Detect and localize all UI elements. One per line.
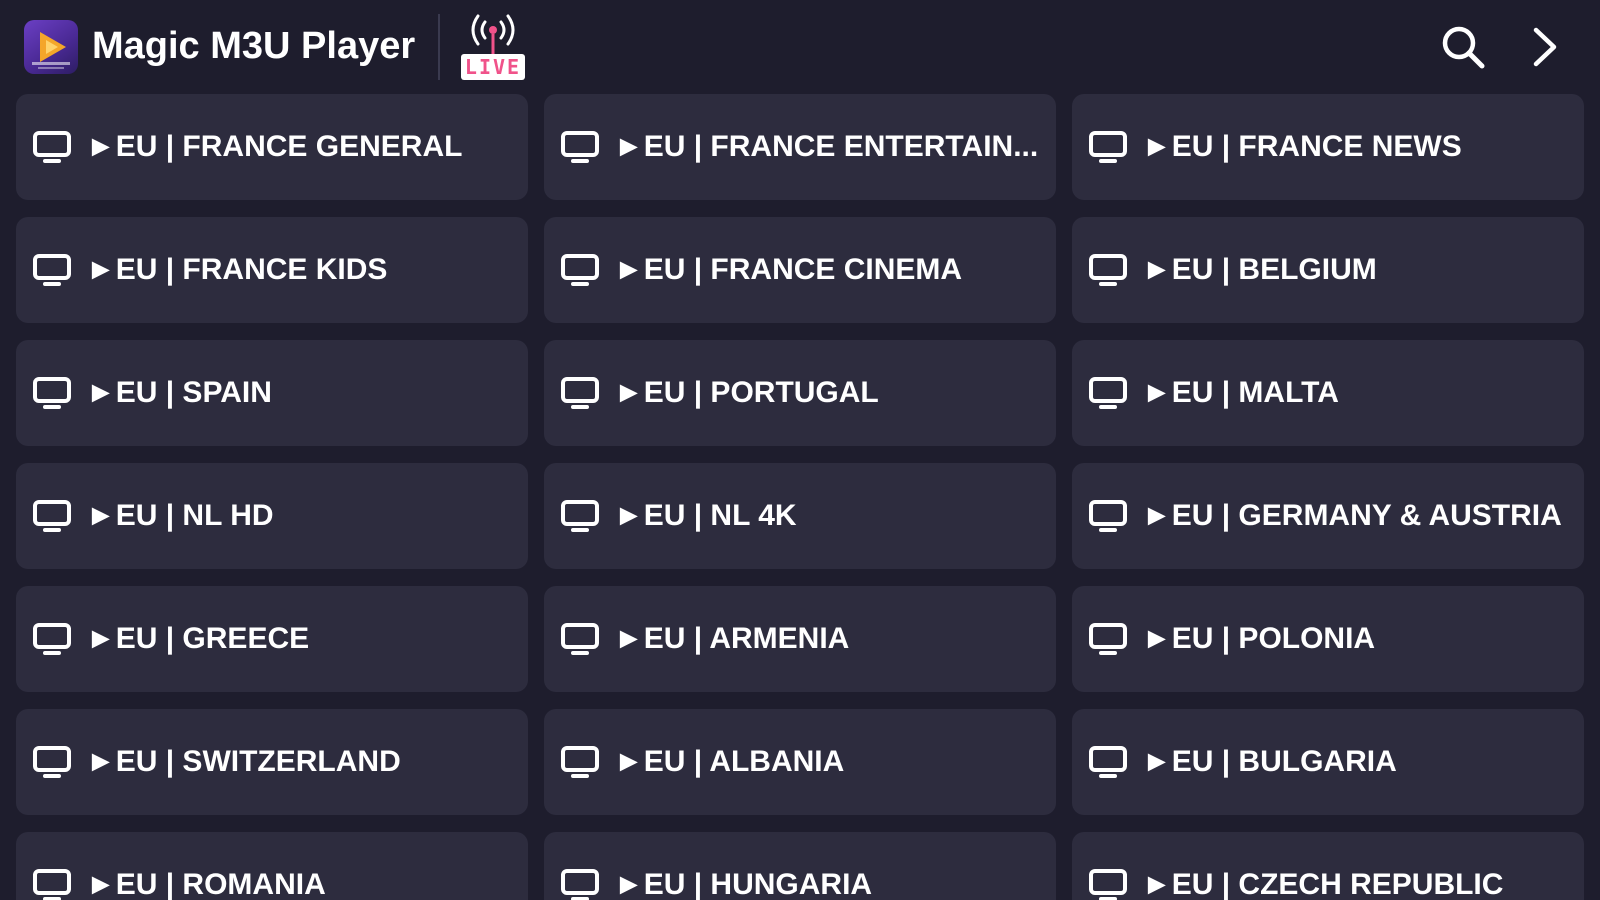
category-label: ►EU | BELGIUM <box>1142 253 1377 286</box>
live-tv-button[interactable]: LIVE <box>456 12 530 84</box>
app-title: Magic M3U Player <box>92 25 416 67</box>
search-icon <box>1442 26 1485 69</box>
category-grid: ►EU | FRANCE GENERAL ►EU | FRANCE ENTERTA… <box>16 94 1584 900</box>
category-card[interactable]: ►EU | MALTA <box>1072 340 1584 446</box>
tv-icon <box>1088 130 1128 164</box>
category-label: ►EU | BULGARIA <box>1142 745 1397 778</box>
category-label: ►EU | SWITZERLAND <box>86 745 401 778</box>
category-card[interactable]: ►EU | ALBANIA <box>544 709 1056 815</box>
category-card[interactable]: ►EU | FRANCE KIDS <box>16 217 528 323</box>
category-label: ►EU | FRANCE NEWS <box>1142 130 1462 163</box>
tv-icon <box>32 499 72 533</box>
tv-icon <box>1088 376 1128 410</box>
category-label: ►EU | POLONIA <box>1142 622 1376 655</box>
category-label: ►EU | NL 4K <box>614 499 797 532</box>
category-card[interactable]: ►EU | GREECE <box>16 586 528 692</box>
tv-icon <box>560 130 600 164</box>
category-label: ►EU | FRANCE GENERAL <box>86 130 463 163</box>
tv-icon <box>560 499 600 533</box>
category-label: ►EU | NL HD <box>86 499 274 532</box>
category-label: ►EU | ARMENIA <box>614 622 850 655</box>
category-card[interactable]: ►EU | NL 4K <box>544 463 1056 569</box>
category-label: ►EU | PORTUGAL <box>614 376 879 409</box>
tv-icon <box>1088 868 1128 900</box>
next-button[interactable] <box>1520 22 1570 72</box>
category-card[interactable]: ►EU | FRANCE NEWS <box>1072 94 1584 200</box>
tv-icon <box>32 745 72 779</box>
tv-icon <box>32 130 72 164</box>
category-label: ►EU | GREECE <box>86 622 310 655</box>
tv-icon <box>1088 622 1128 656</box>
tv-icon <box>560 868 600 900</box>
tv-icon <box>1088 745 1128 779</box>
tv-icon <box>560 376 600 410</box>
category-label: ►EU | ROMANIA <box>86 868 326 900</box>
tv-icon <box>32 622 72 656</box>
category-card[interactable]: ►EU | GERMANY & AUSTRIA <box>1072 463 1584 569</box>
tv-icon <box>560 622 600 656</box>
category-card[interactable]: ►EU | FRANCE CINEMA <box>544 217 1056 323</box>
tv-icon <box>32 868 72 900</box>
category-card[interactable]: ►EU | ARMENIA <box>544 586 1056 692</box>
category-label: ►EU | HUNGARIA <box>614 868 873 900</box>
tv-icon <box>1088 253 1128 287</box>
category-label: ►EU | FRANCE KIDS <box>86 253 388 286</box>
category-card[interactable]: ►EU | BULGARIA <box>1072 709 1584 815</box>
tv-icon <box>32 253 72 287</box>
category-card[interactable]: ►EU | NL HD <box>16 463 528 569</box>
category-label: ►EU | MALTA <box>1142 376 1339 409</box>
category-label: ►EU | FRANCE CINEMA <box>614 253 963 286</box>
category-label: ►EU | GERMANY & AUSTRIA <box>1142 499 1562 532</box>
category-card[interactable]: ►EU | FRANCE ENTERTAIN... <box>544 94 1056 200</box>
category-label: ►EU | ALBANIA <box>614 745 845 778</box>
category-card[interactable]: ►EU | SWITZERLAND <box>16 709 528 815</box>
category-label: ►EU | FRANCE ENTERTAIN... <box>614 130 1039 163</box>
category-card[interactable]: ►EU | SPAIN <box>16 340 528 446</box>
tv-icon <box>560 253 600 287</box>
app-window: Magic M3U Player LIVE ►EU | FRANCE GENER… <box>0 0 1600 900</box>
category-label: ►EU | CZECH REPUBLIC <box>1142 868 1504 900</box>
category-card[interactable]: ►EU | CZECH REPUBLIC <box>1072 832 1584 900</box>
category-card[interactable]: ►EU | POLONIA <box>1072 586 1584 692</box>
live-label: LIVE <box>461 54 525 80</box>
category-card[interactable]: ►EU | ROMANIA <box>16 832 528 900</box>
tv-icon <box>32 376 72 410</box>
chevron-right-icon <box>1533 27 1557 67</box>
search-button[interactable] <box>1438 22 1488 72</box>
tv-icon <box>560 745 600 779</box>
header-divider <box>438 14 440 80</box>
category-card[interactable]: ►EU | FRANCE GENERAL <box>16 94 528 200</box>
category-card[interactable]: ►EU | PORTUGAL <box>544 340 1056 446</box>
top-bar: Magic M3U Player LIVE <box>0 0 1600 92</box>
app-logo-icon <box>24 20 78 74</box>
tv-icon <box>1088 499 1128 533</box>
category-label: ►EU | SPAIN <box>86 376 272 409</box>
category-card[interactable]: ►EU | BELGIUM <box>1072 217 1584 323</box>
category-card[interactable]: ►EU | HUNGARIA <box>544 832 1056 900</box>
